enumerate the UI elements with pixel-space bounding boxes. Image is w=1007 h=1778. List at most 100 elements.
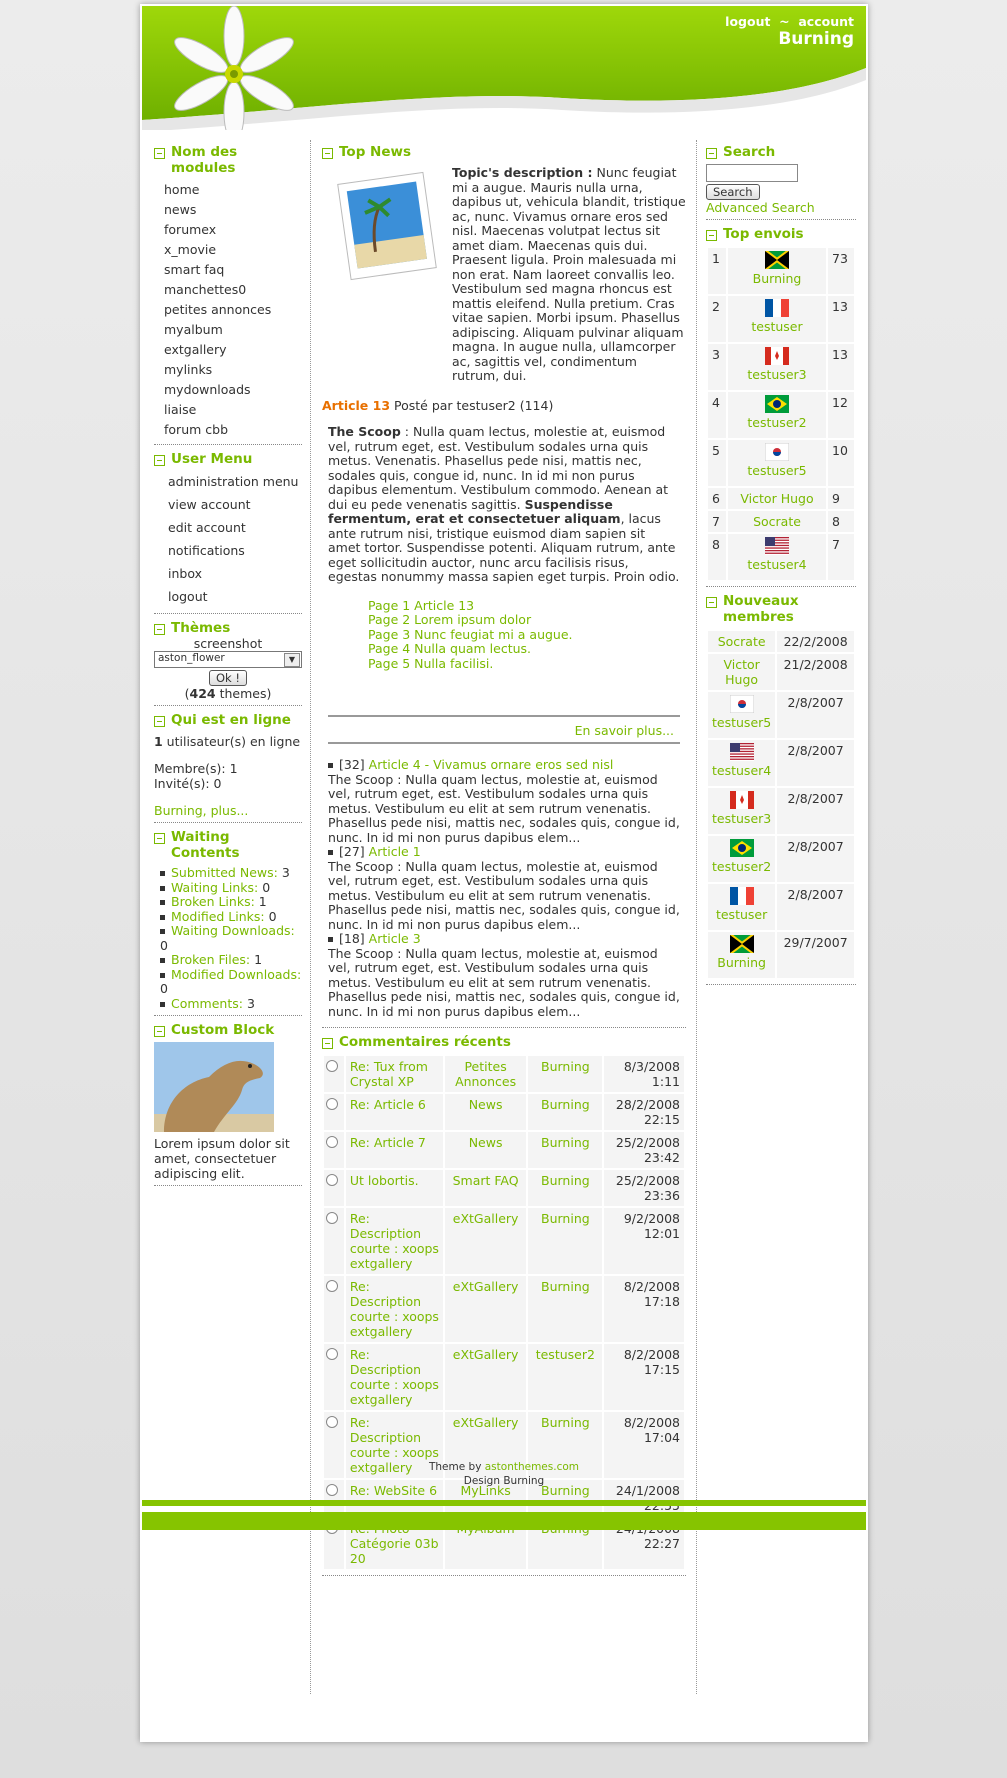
logout-link[interactable]: logout	[725, 14, 770, 29]
sender-link[interactable]: Burning	[753, 271, 802, 286]
module-link[interactable]: home	[154, 180, 302, 200]
collapse-icon[interactable]	[154, 1026, 165, 1037]
sender-link[interactable]: Socrate	[753, 514, 801, 529]
module-link[interactable]: mydownloads	[154, 380, 302, 400]
comment-module-link[interactable]: eXtGallery	[444, 1344, 527, 1410]
module-link[interactable]: x_movie	[154, 240, 302, 260]
sender-link[interactable]: testuser3	[747, 367, 806, 382]
comment-title-link[interactable]: Re: Description courte : xoops extgaller…	[345, 1208, 443, 1274]
waiting-item-link[interactable]: Comments:	[171, 996, 243, 1011]
waiting-item-link[interactable]: Modified Links:	[171, 909, 265, 924]
module-link[interactable]: myalbum	[154, 320, 302, 340]
member-link[interactable]: testuser	[716, 907, 767, 922]
comment-title-link[interactable]: Re: Description courte : xoops extgaller…	[345, 1344, 443, 1410]
module-link[interactable]: extgallery	[154, 340, 302, 360]
chevron-down-icon[interactable]: ▼	[284, 653, 300, 667]
news-item-link[interactable]: Article 4 - Vivamus ornare eros sed nisl	[369, 757, 614, 772]
sender-link[interactable]: testuser2	[747, 415, 806, 430]
waiting-item-link[interactable]: Broken Files:	[171, 952, 250, 967]
module-link[interactable]: forumex	[154, 220, 302, 240]
waiting-item-link[interactable]: Waiting Links:	[171, 880, 258, 895]
comment-user-link[interactable]: Burning	[528, 1056, 603, 1092]
module-link[interactable]: smart faq	[154, 260, 302, 280]
member-link[interactable]: testuser3	[712, 811, 771, 826]
member-link[interactable]: testuser2	[712, 859, 771, 874]
comment-user-link[interactable]: Burning	[528, 1170, 603, 1206]
waiting-item: Waiting Links: 0	[154, 880, 302, 896]
waiting-item-link[interactable]: Submitted News:	[171, 865, 278, 880]
read-more-link[interactable]: En savoir plus...	[575, 723, 674, 738]
sender-link[interactable]: testuser5	[747, 463, 806, 478]
comment-title-link[interactable]: Re: Article 7	[345, 1132, 443, 1168]
collapse-icon[interactable]	[154, 148, 165, 159]
sender-link[interactable]: testuser	[751, 319, 802, 334]
module-link[interactable]: news	[154, 200, 302, 220]
collapse-icon[interactable]	[706, 597, 717, 608]
member-link[interactable]: Socrate	[718, 634, 766, 649]
member-link[interactable]: testuser5	[712, 715, 771, 730]
article-page-link[interactable]: Page 5 Nulla facilisi.	[368, 656, 686, 672]
comment-module-link[interactable]: News	[444, 1094, 527, 1130]
news-item-link[interactable]: Article 3	[369, 931, 421, 946]
article-page-link[interactable]: Page 1 Article 13	[368, 598, 686, 614]
account-link[interactable]: account	[798, 14, 854, 29]
right-column: Search Search Advanced Search Top envois…	[706, 144, 856, 991]
usermenu-link[interactable]: edit account	[154, 517, 302, 540]
bullet-icon	[160, 885, 165, 891]
flag-br-icon	[765, 395, 789, 413]
comment-user-link[interactable]: Burning	[528, 1208, 603, 1274]
member-link[interactable]: Victor Hugo	[723, 657, 759, 687]
online-more-link[interactable]: Burning, plus...	[154, 803, 248, 818]
collapse-icon[interactable]	[706, 230, 717, 241]
collapse-icon[interactable]	[322, 148, 333, 159]
article-13-link[interactable]: Article 13	[322, 398, 390, 413]
usermenu-link[interactable]: administration menu	[154, 471, 302, 494]
module-link[interactable]: liaise	[154, 400, 302, 420]
member-link[interactable]: Burning	[717, 955, 766, 970]
theme-ok-button[interactable]: Ok !	[209, 670, 247, 686]
comment-module-link[interactable]: News	[444, 1132, 527, 1168]
search-button[interactable]: Search	[706, 184, 760, 200]
article-page-link[interactable]: Page 3 Nunc feugiat mi a augue.	[368, 627, 686, 643]
comment-module-link[interactable]: eXtGallery	[444, 1208, 527, 1274]
module-link[interactable]: petites annonces	[154, 300, 302, 320]
comment-title-link[interactable]: Ut lobortis.	[345, 1170, 443, 1206]
user-menu: administration menu view account edit acco…	[154, 471, 302, 609]
comment-module-link[interactable]: eXtGallery	[444, 1276, 527, 1342]
module-link[interactable]: forum cbb	[154, 420, 302, 440]
comment-module-link[interactable]: Smart FAQ	[444, 1170, 527, 1206]
news-item-link[interactable]: Article 1	[369, 844, 421, 859]
astonthemes-link[interactable]: astonthemes.com	[485, 1461, 579, 1473]
collapse-icon[interactable]	[322, 1038, 333, 1049]
waiting-item-link[interactable]: Broken Links:	[171, 894, 255, 909]
comment-title-link[interactable]: Re: Article 6	[345, 1094, 443, 1130]
comment-module-link[interactable]: Petites Annonces	[444, 1056, 527, 1092]
comment-title-link[interactable]: Re: Tux from Crystal XP	[345, 1056, 443, 1092]
module-link[interactable]: manchettes0	[154, 280, 302, 300]
collapse-icon[interactable]	[154, 833, 165, 844]
collapse-icon[interactable]	[154, 624, 165, 635]
advanced-search-link[interactable]: Advanced Search	[706, 200, 815, 215]
comment-user-link[interactable]: Burning	[528, 1276, 603, 1342]
sender-link[interactable]: Victor Hugo	[740, 491, 813, 506]
theme-select[interactable]: aston_flower ▼	[154, 651, 302, 668]
usermenu-link[interactable]: logout	[154, 586, 302, 609]
waiting-item-link[interactable]: Waiting Downloads:	[171, 923, 295, 938]
collapse-icon[interactable]	[706, 148, 717, 159]
collapse-icon[interactable]	[154, 455, 165, 466]
article-page-link[interactable]: Page 2 Lorem ipsum dolor	[368, 612, 686, 628]
collapse-icon[interactable]	[154, 716, 165, 727]
search-input[interactable]	[706, 164, 798, 182]
usermenu-link[interactable]: notifications	[154, 540, 302, 563]
waiting-item-link[interactable]: Modified Downloads:	[171, 967, 301, 982]
article-page-link[interactable]: Page 4 Nulla quam lectus.	[368, 641, 686, 657]
usermenu-link[interactable]: inbox	[154, 563, 302, 586]
module-link[interactable]: mylinks	[154, 360, 302, 380]
usermenu-link[interactable]: view account	[154, 494, 302, 517]
comment-user-link[interactable]: Burning	[528, 1132, 603, 1168]
comment-user-link[interactable]: testuser2	[528, 1344, 603, 1410]
member-link[interactable]: testuser4	[712, 763, 771, 778]
comment-user-link[interactable]: Burning	[528, 1094, 603, 1130]
sender-link[interactable]: testuser4	[747, 557, 806, 572]
comment-title-link[interactable]: Re: Description courte : xoops extgaller…	[345, 1276, 443, 1342]
